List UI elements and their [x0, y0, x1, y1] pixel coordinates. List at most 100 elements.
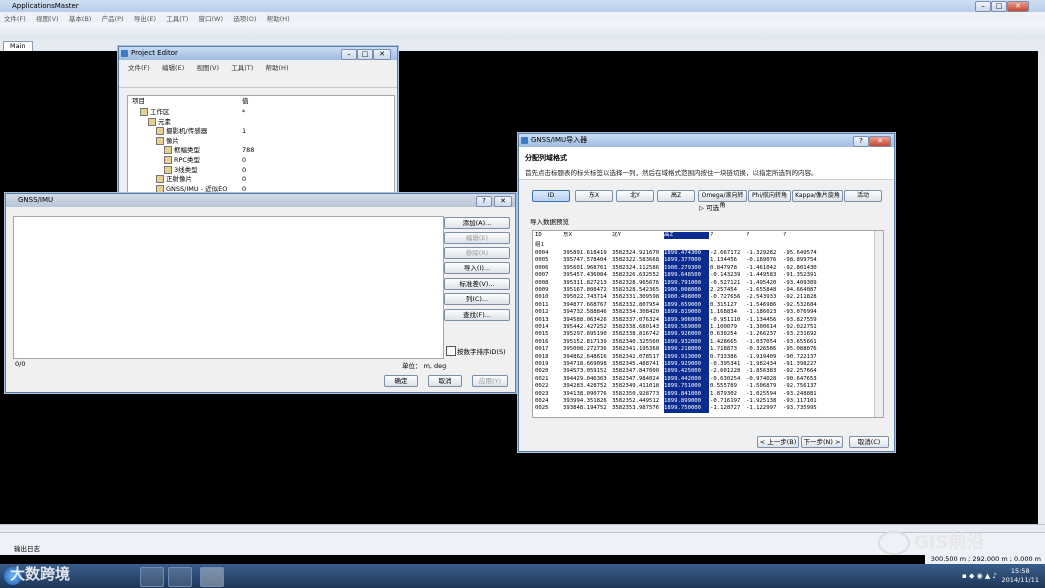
grid-cell: -92.801430: [783, 264, 817, 271]
pe-menu-file[interactable]: 文件(F): [128, 62, 150, 72]
sort-checkbox[interactable]: [446, 346, 456, 356]
grid-cell: 3582342.078517: [612, 353, 660, 360]
col-button-height[interactable]: 高Z: [657, 190, 695, 202]
add-button[interactable]: 添加(A)...: [444, 217, 510, 229]
col-button-active[interactable]: 活动: [844, 190, 882, 202]
pe-menu-edit[interactable]: 编辑(E): [162, 62, 184, 72]
columns-button[interactable]: 列(C)...: [444, 293, 510, 305]
gi-close-button[interactable]: ✕: [494, 196, 512, 207]
grid-cell: -90.647653: [783, 375, 817, 382]
import-button[interactable]: 导入(I)...: [444, 262, 510, 274]
col-button-north[interactable]: 北Y: [616, 190, 654, 202]
tree-header-value: 值: [242, 97, 249, 105]
grid-cell: 0024: [535, 398, 549, 404]
grid-cell: 0018: [535, 353, 549, 360]
tree-node[interactable]: 摄影机/传感器: [156, 127, 207, 136]
apply-button[interactable]: 应用(Y): [472, 375, 508, 387]
grid-cell: 0022: [535, 383, 549, 390]
tree-node[interactable]: 像片: [156, 136, 179, 146]
menu-product[interactable]: 产品(P): [102, 13, 124, 23]
grid-cell: 3582331.309598: [612, 294, 660, 301]
tree-node[interactable]: 框幅类型: [164, 146, 200, 155]
pe-menu-help[interactable]: 帮助(H): [266, 62, 289, 72]
grid-cell: -95.088076: [783, 346, 817, 353]
project-tree[interactable]: 项目 值 工作区 * 元素 摄影机/传感器 1 像片 框幅类型 788 RPC类型 0 3线类型 0 正…: [127, 95, 395, 207]
tree-node[interactable]: 工作区: [140, 108, 170, 117]
app-title: ApplicationsMaster: [12, 2, 79, 10]
grid-row: 0015 395297.895190 3582338.816742 1899.9260…: [533, 331, 873, 339]
tree-node[interactable]: 3线类型: [164, 165, 198, 175]
importer-cancel-button[interactable]: 取消(C): [849, 436, 889, 448]
col-button-id[interactable]: ID: [532, 190, 570, 202]
standard-deviation-button[interactable]: 标准差(V)...: [444, 278, 510, 290]
taskbar-app-1[interactable]: [140, 567, 164, 587]
grid-vertical-scrollbar[interactable]: [874, 231, 883, 417]
menu-window[interactable]: 窗口(W): [199, 13, 224, 23]
grid-row: 0018 394862.648616 3582342.078517 1899.9130…: [533, 353, 873, 361]
menu-help[interactable]: 帮助(H): [267, 13, 290, 23]
find-button[interactable]: 查找(F)...: [444, 309, 510, 321]
menu-file[interactable]: 文件(F): [4, 13, 26, 23]
grid-cell: 3582332.807954: [612, 301, 660, 308]
grid-cell: -1.495420: [746, 279, 777, 286]
menu-view[interactable]: 视图(V): [36, 13, 59, 23]
system-tray-icons[interactable]: ▪ ◆ ◉ ▲ ♪: [962, 572, 997, 580]
gi-help-button[interactable]: ?: [476, 196, 492, 207]
grid-cell: 3582334.308420: [612, 309, 660, 316]
grid-cell: -93.248881: [783, 390, 817, 397]
output-log-label[interactable]: 输出日志: [14, 543, 40, 553]
importer-close-button[interactable]: ✕: [869, 136, 891, 147]
pe-menu-tools[interactable]: 工具(T): [231, 62, 253, 72]
tree-node[interactable]: 正射像片: [156, 175, 192, 184]
pe-maximize-button[interactable]: □: [357, 49, 373, 60]
pe-menu-view[interactable]: 视图(V): [196, 62, 219, 72]
col-button-phi[interactable]: Phi/航向转角: [748, 190, 791, 202]
grid-cell: -0.527121: [710, 279, 741, 286]
grid-cell: 1899.751000: [664, 383, 709, 391]
menu-tools[interactable]: 工具(T): [166, 13, 188, 23]
col-button-omega[interactable]: Omega/滚向转角: [698, 190, 747, 209]
remove-button[interactable]: 移除(R): [444, 247, 510, 259]
menu-options[interactable]: 选项(O): [233, 13, 256, 23]
importer-help-button[interactable]: ?: [853, 136, 869, 147]
grid-row: 0013 394588.063426 3582337.076324 1899.9060…: [533, 316, 873, 324]
grid-cell: 0023: [535, 390, 549, 397]
tree-node-value: 0: [242, 175, 247, 184]
grid-cell: 0012: [535, 309, 549, 316]
minimize-button[interactable]: –: [975, 1, 991, 12]
grid-header-row[interactable]: ID 东X 北Y 高Z???: [533, 232, 873, 240]
grid-row: 0008 395311.827213 3582328.965676 1899.7910…: [533, 279, 873, 287]
grid-cell: 3582341.195368: [612, 346, 660, 353]
grid-cell: 1.428665: [710, 338, 737, 345]
importer-header: 分配列域格式 首先点击标题表的标头标签以选择一列，然后在域格式范围内按住一块链切…: [519, 147, 894, 180]
grid-row: 0014 395442.427252 3582338.680143 1899.5690…: [533, 324, 873, 332]
cancel-button[interactable]: 取消: [428, 375, 462, 387]
grid-cell: 0.733386: [710, 353, 737, 360]
back-button[interactable]: < 上一步(B): [757, 436, 799, 448]
pe-close-button[interactable]: ✕: [373, 49, 391, 60]
maximize-button[interactable]: □: [991, 1, 1007, 12]
edit-button[interactable]: 编辑(E): [444, 232, 510, 244]
system-clock[interactable]: 15:58 2014/11/11: [1002, 567, 1039, 585]
project-editor-title: Project Editor: [131, 49, 178, 57]
taskbar-app-2[interactable]: [168, 567, 192, 587]
tree-node-value: 788: [242, 146, 255, 155]
taskbar-app-3[interactable]: [200, 567, 224, 587]
import-preview-grid[interactable]: ID 东X 北Y 高Z??? 组1 0004 395891.618419 3582324.92…: [532, 230, 884, 418]
importer-icon: [521, 137, 528, 144]
grid-cell: 3582349.411018: [612, 383, 660, 390]
menu-basic[interactable]: 基本(B): [69, 13, 92, 23]
close-button[interactable]: ✕: [1007, 1, 1029, 12]
next-button[interactable]: 下一步(N) >: [801, 436, 843, 448]
ok-button[interactable]: 确定: [384, 375, 418, 387]
tree-node[interactable]: 元素: [148, 117, 171, 127]
grid-cell: 0004: [535, 250, 549, 256]
vertical-scrollbar[interactable]: [1038, 51, 1045, 524]
gnss-imu-list[interactable]: [13, 216, 444, 359]
pe-minimize-button[interactable]: –: [341, 49, 357, 60]
grid-cell: 394732.588846: [563, 309, 607, 316]
col-button-east[interactable]: 东X: [575, 190, 613, 202]
menu-export[interactable]: 导出(E): [134, 13, 156, 23]
col-button-kappa[interactable]: Kappa/像片旋角: [792, 190, 843, 202]
tree-node[interactable]: RPC类型: [164, 156, 200, 165]
